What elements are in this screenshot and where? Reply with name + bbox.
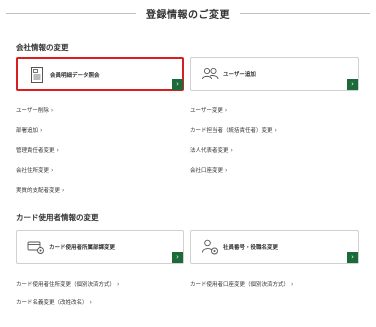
title-divider-right (240, 12, 370, 14)
chevron-right-icon: › (225, 167, 228, 174)
chevron-right-icon: › (51, 167, 54, 174)
chevron-right-icon: › (291, 281, 294, 288)
change-department-card[interactable]: カード使用者所属部課変更 › (16, 230, 184, 264)
link-change-beneficial-owner[interactable]: 実質的支配者変更 › (16, 186, 64, 194)
card-label: 社員番号・役職名変更 (223, 245, 279, 251)
link-change-representative[interactable]: 法人代表者変更 › (190, 146, 233, 154)
card-gear-icon (27, 238, 45, 256)
chevron-right-icon: › (347, 252, 358, 263)
chevron-right-icon: › (89, 299, 92, 306)
card-label: ユーザー追加 (223, 72, 256, 78)
link-change-cardholder-address[interactable]: カード使用者住所変更（個別決済方式） › (16, 280, 119, 288)
chevron-right-icon: › (40, 127, 43, 134)
company-section-heading: 会社情報の変更 (16, 43, 69, 52)
link-change-card-manager[interactable]: カード担当者（統括責任者）変更 › (190, 126, 277, 134)
page-title: 登録情報のご変更 (146, 9, 230, 21)
link-change-cardholder-account[interactable]: カード使用者口座変更（個別決済方式） › (190, 280, 293, 288)
link-add-department[interactable]: 部署追加 › (16, 126, 42, 134)
chevron-right-icon: › (274, 127, 277, 134)
chevron-right-icon: › (224, 107, 228, 114)
link-change-admin[interactable]: 管理責任者変更 › (16, 146, 59, 154)
chevron-right-icon: › (347, 79, 358, 90)
change-employee-number-card[interactable]: 社員番号・役職名変更 › (190, 230, 359, 264)
chevron-right-icon: › (56, 147, 59, 154)
user-gear-icon (201, 238, 219, 256)
card-label: カード使用者所属部課変更 (49, 245, 116, 251)
chevron-right-icon: › (230, 147, 233, 154)
chevron-right-icon: › (172, 79, 183, 90)
link-change-card-name[interactable]: カード名義変更（改姓改名） › (16, 298, 92, 306)
title-row: 登録情報のご変更 (0, 6, 376, 21)
card-label: 会員明細データ照会 (50, 73, 100, 79)
member-statement-inquiry-card[interactable]: 会員明細データ照会 › (16, 57, 184, 91)
link-change-user[interactable]: ユーザー変更 › (190, 106, 227, 114)
title-divider-left (6, 12, 136, 14)
add-user-card[interactable]: ユーザー追加 › (190, 57, 359, 91)
link-change-company-account[interactable]: 会社口座変更 › (190, 166, 227, 174)
users-icon (201, 65, 219, 83)
chevron-right-icon: › (172, 252, 183, 263)
link-change-company-address[interactable]: 会社住所変更 › (16, 166, 53, 174)
chevron-right-icon: › (50, 107, 54, 114)
document-icon (28, 66, 46, 84)
link-delete-user[interactable]: ユーザー削除 › (16, 106, 53, 114)
card-user-section-heading: カード使用者情報の変更 (16, 213, 99, 222)
chevron-right-icon: › (62, 187, 65, 194)
chevron-right-icon: › (117, 281, 120, 288)
